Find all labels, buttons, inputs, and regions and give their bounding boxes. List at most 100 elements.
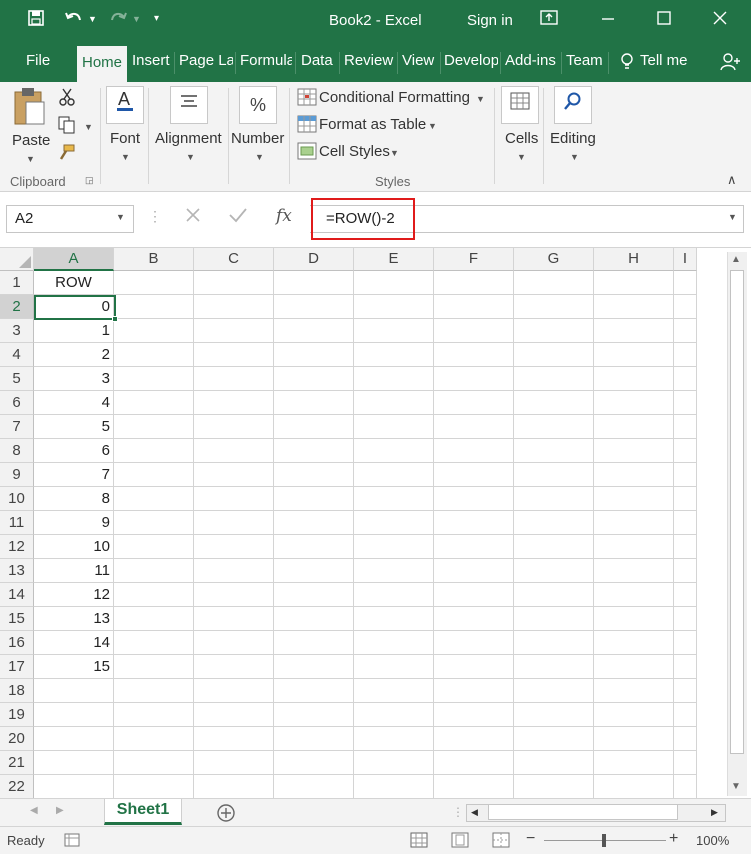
cell-e12[interactable] (354, 535, 434, 559)
cell-h18[interactable] (594, 679, 674, 703)
cell-i13[interactable] (674, 559, 697, 583)
cell-c13[interactable] (194, 559, 274, 583)
cell-b19[interactable] (114, 703, 194, 727)
page-layout-view-icon[interactable] (451, 832, 469, 851)
cell-g7[interactable] (514, 415, 594, 439)
cell-e5[interactable] (354, 367, 434, 391)
undo-icon[interactable] (64, 10, 84, 31)
tab-addins[interactable]: Add-ins (505, 52, 559, 78)
collapse-ribbon-icon[interactable]: ∧ (727, 172, 737, 188)
cell-c21[interactable] (194, 751, 274, 775)
row-header-10[interactable]: 10 (0, 487, 34, 511)
cell-b18[interactable] (114, 679, 194, 703)
save-icon[interactable] (28, 10, 44, 31)
redo-icon[interactable] (108, 10, 128, 31)
cell-b17[interactable] (114, 655, 194, 679)
row-header-7[interactable]: 7 (0, 415, 34, 439)
cell-h20[interactable] (594, 727, 674, 751)
cell-i17[interactable] (674, 655, 697, 679)
zoom-level[interactable]: 100% (696, 833, 729, 848)
cell-a17[interactable]: 15 (34, 655, 114, 679)
cell-h5[interactable] (594, 367, 674, 391)
cell-c16[interactable] (194, 631, 274, 655)
cell-f5[interactable] (434, 367, 514, 391)
cell-g21[interactable] (514, 751, 594, 775)
zoom-out-icon[interactable]: − (526, 830, 535, 848)
cell-h15[interactable] (594, 607, 674, 631)
cell-h14[interactable] (594, 583, 674, 607)
cell-h17[interactable] (594, 655, 674, 679)
number-dropdown-icon[interactable]: ▼ (255, 152, 264, 162)
cell-g8[interactable] (514, 439, 594, 463)
close-icon[interactable] (712, 10, 728, 31)
resize-handle-icon[interactable]: ⋮ (148, 208, 162, 225)
cell-c3[interactable] (194, 319, 274, 343)
cell-h10[interactable] (594, 487, 674, 511)
cell-e3[interactable] (354, 319, 434, 343)
tab-data[interactable]: Data (301, 52, 337, 78)
cell-f21[interactable] (434, 751, 514, 775)
row-header-20[interactable]: 20 (0, 727, 34, 751)
cell-i1[interactable] (674, 271, 697, 295)
cell-h21[interactable] (594, 751, 674, 775)
redo-dropdown-icon[interactable]: ▼ (132, 14, 141, 24)
cell-c9[interactable] (194, 463, 274, 487)
cell-h12[interactable] (594, 535, 674, 559)
row-header-13[interactable]: 13 (0, 559, 34, 583)
sign-in-link[interactable]: Sign in (467, 12, 513, 29)
cell-e20[interactable] (354, 727, 434, 751)
cell-g11[interactable] (514, 511, 594, 535)
row-header-11[interactable]: 11 (0, 511, 34, 535)
cell-d12[interactable] (274, 535, 354, 559)
cell-e13[interactable] (354, 559, 434, 583)
cell-c12[interactable] (194, 535, 274, 559)
cell-i4[interactable] (674, 343, 697, 367)
paste-icon[interactable] (12, 86, 48, 133)
cell-e8[interactable] (354, 439, 434, 463)
tab-team[interactable]: Team (566, 52, 606, 78)
cell-f8[interactable] (434, 439, 514, 463)
row-header-2[interactable]: 2 (0, 295, 34, 319)
scroll-up-icon[interactable]: ▲ (731, 254, 741, 265)
cell-e17[interactable] (354, 655, 434, 679)
cell-f1[interactable] (434, 271, 514, 295)
cell-f17[interactable] (434, 655, 514, 679)
cell-a22[interactable] (34, 775, 114, 799)
cell-f14[interactable] (434, 583, 514, 607)
cell-g19[interactable] (514, 703, 594, 727)
cell-h1[interactable] (594, 271, 674, 295)
tab-developer[interactable]: Develop (444, 52, 498, 78)
tab-insert[interactable]: Insert (132, 52, 172, 78)
expand-formula-icon[interactable]: ▼ (728, 212, 737, 222)
cell-f10[interactable] (434, 487, 514, 511)
cell-c7[interactable] (194, 415, 274, 439)
scroll-right-icon[interactable]: ▶ (711, 807, 718, 818)
cell-a9[interactable]: 7 (34, 463, 114, 487)
row-header-22[interactable]: 22 (0, 775, 34, 799)
column-header-i[interactable]: I (674, 248, 697, 271)
row-header-1[interactable]: 1 (0, 271, 34, 295)
row-header-12[interactable]: 12 (0, 535, 34, 559)
customize-icon[interactable]: ▾ (154, 13, 159, 24)
row-header-21[interactable]: 21 (0, 751, 34, 775)
cell-b6[interactable] (114, 391, 194, 415)
cell-a11[interactable]: 9 (34, 511, 114, 535)
cell-f12[interactable] (434, 535, 514, 559)
cell-d5[interactable] (274, 367, 354, 391)
row-header-16[interactable]: 16 (0, 631, 34, 655)
horizontal-scroll-thumb[interactable] (488, 804, 678, 820)
alignment-icon[interactable] (170, 86, 208, 124)
cell-d2[interactable] (274, 295, 354, 319)
cell-g5[interactable] (514, 367, 594, 391)
column-header-c[interactable]: C (194, 248, 274, 271)
cell-i22[interactable] (674, 775, 697, 799)
font-dropdown-icon[interactable]: ▼ (121, 152, 130, 162)
row-header-5[interactable]: 5 (0, 367, 34, 391)
cell-a6[interactable]: 4 (34, 391, 114, 415)
zoom-in-icon[interactable]: + (669, 830, 678, 848)
cell-c11[interactable] (194, 511, 274, 535)
cell-i20[interactable] (674, 727, 697, 751)
cell-h22[interactable] (594, 775, 674, 799)
cell-d22[interactable] (274, 775, 354, 799)
cell-b8[interactable] (114, 439, 194, 463)
